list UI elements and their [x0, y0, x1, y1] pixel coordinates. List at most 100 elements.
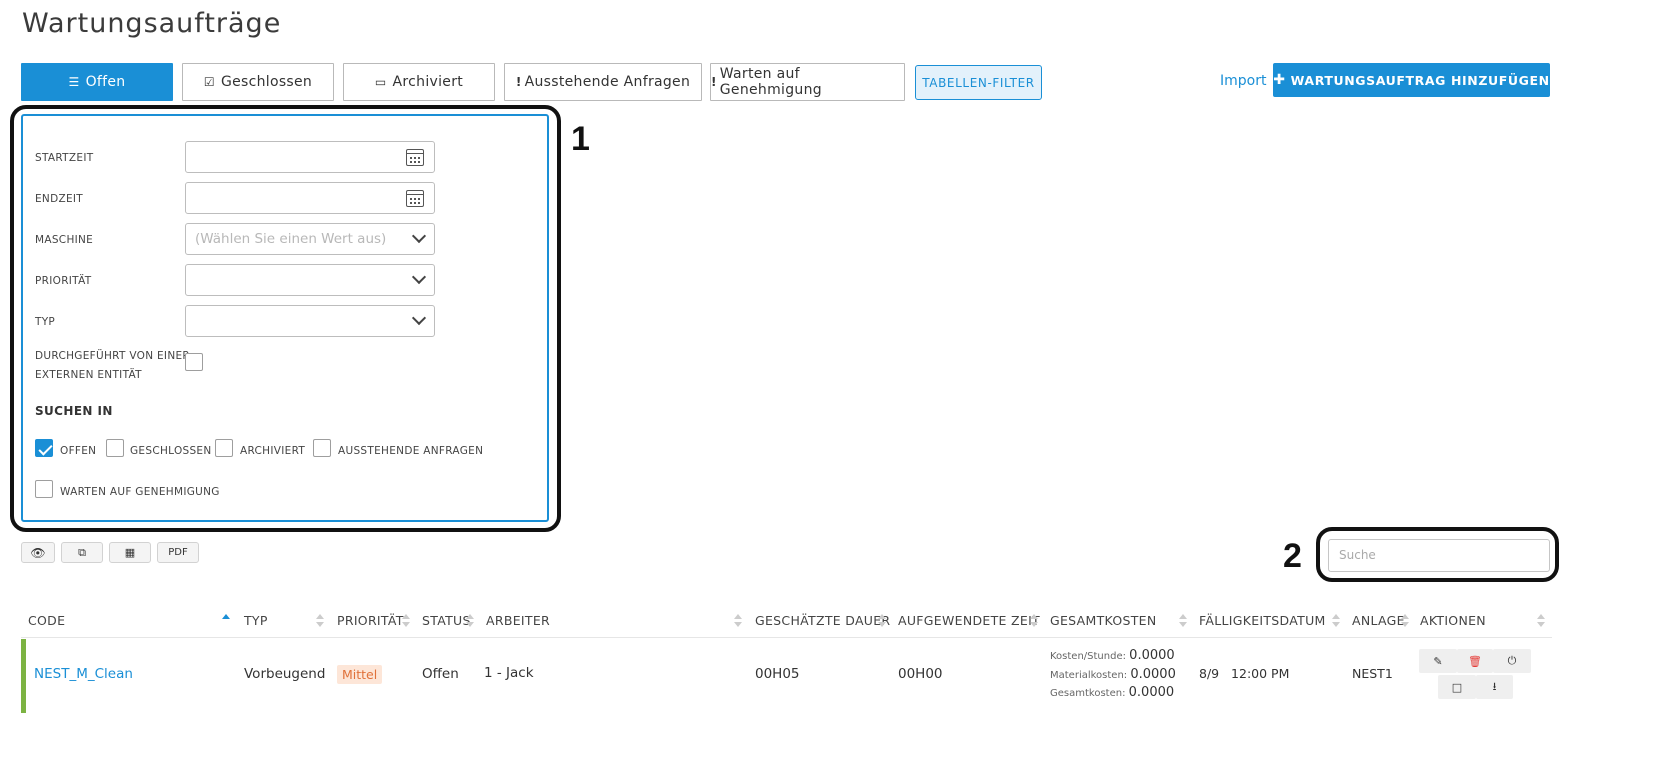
- start-time-label: STARTZEIT: [35, 152, 94, 164]
- total-cost-label: Gesamtkosten:: [1050, 688, 1126, 699]
- tab-offen[interactable]: ☰ Offen: [21, 63, 173, 101]
- tab-label: Archiviert: [392, 74, 464, 90]
- sort-icon[interactable]: [466, 614, 474, 628]
- external-entity-checkbox[interactable]: [185, 353, 203, 371]
- calendar-icon[interactable]: [406, 149, 424, 166]
- eye-icon: 👁: [30, 545, 46, 560]
- machine-placeholder: (Wählen Sie einen Wert aus): [195, 231, 387, 247]
- chevron-down-icon: [411, 228, 427, 244]
- pdf-export-button[interactable]: PDF: [157, 542, 199, 563]
- search-in-offen-label: OFFEN: [60, 445, 97, 457]
- search-in-ausstehende-anfragen-label: AUSSTEHENDE ANFRAGEN: [338, 445, 484, 457]
- sort-icon[interactable]: [402, 614, 410, 628]
- copy-button[interactable]: ⧉: [61, 542, 103, 563]
- cost-per-hour-line: Kosten/Stunde: 0.0000: [1050, 648, 1175, 663]
- column-header-gesamtkosten[interactable]: GESAMTKOSTEN: [1050, 613, 1157, 628]
- sort-icon[interactable]: [1030, 614, 1038, 628]
- list-icon: ☰: [68, 75, 80, 89]
- priority-badge: Mittel: [337, 665, 383, 684]
- external-entity-label-line1: DURCHGEFÜHRT VON EINER: [35, 350, 191, 362]
- delete-button[interactable]: 🗑: [1457, 649, 1493, 673]
- total-cost-line: Gesamtkosten: 0.0000: [1050, 685, 1174, 700]
- search-placeholder: Suche: [1339, 548, 1376, 562]
- material-cost-line: Materialkosten: 0.0000: [1050, 667, 1176, 682]
- priority-label: PRIORITÄT: [35, 275, 92, 287]
- search-in-warten-auf-genehmigung-checkbox[interactable]: [35, 480, 53, 498]
- end-time-input[interactable]: [185, 182, 435, 214]
- power-button[interactable]: ⏻: [1493, 649, 1531, 673]
- column-header-status[interactable]: STATUS: [422, 613, 471, 628]
- exclamation-icon: !: [711, 75, 717, 89]
- start-time-input[interactable]: [185, 141, 435, 173]
- sort-ascending-icon[interactable]: [222, 614, 230, 628]
- edit-button[interactable]: ✎: [1419, 649, 1457, 673]
- callout-number-1: 1: [571, 120, 590, 158]
- edit-icon: ✎: [1433, 654, 1443, 668]
- table-filter-button[interactable]: TABELLEN-FILTER: [915, 65, 1042, 100]
- tab-archiviert[interactable]: ▭ Archiviert: [343, 63, 495, 101]
- sort-icon[interactable]: [734, 614, 742, 628]
- column-header-typ[interactable]: TYP: [244, 613, 268, 628]
- tab-label: Geschlossen: [220, 74, 313, 90]
- search-in-warten-auf-genehmigung-label: WARTEN AUF GENEHMIGUNG: [60, 486, 220, 498]
- column-header-aufgewendete-zeit[interactable]: AUFGEWENDETE ZEIT: [898, 613, 1040, 628]
- search-in-archiviert-label: ARCHIVIERT: [240, 445, 306, 457]
- column-header-geschaetzte-dauer[interactable]: GESCHÄTZTE DAUER: [755, 613, 890, 628]
- inbox-icon: ▭: [374, 75, 387, 89]
- add-button-label: WARTUNGSAUFTRAG HINZUFÜGEN: [1290, 72, 1550, 88]
- excel-export-button[interactable]: ▦: [109, 542, 151, 563]
- download-button[interactable]: ⭳: [1476, 675, 1513, 699]
- column-header-anlage[interactable]: ANLAGE: [1352, 613, 1405, 628]
- sort-icon[interactable]: [1401, 614, 1409, 628]
- end-time-label: ENDZEIT: [35, 193, 84, 205]
- tab-warten-auf-genehmigung[interactable]: ! Warten auf Genehmigung: [710, 63, 905, 101]
- sort-icon[interactable]: [316, 614, 324, 628]
- cost-per-hour-value: 0.0000: [1129, 648, 1175, 663]
- column-header-prioritaet[interactable]: PRIORITÄT: [337, 613, 404, 628]
- sort-icon[interactable]: [878, 614, 886, 628]
- material-cost-value: 0.0000: [1130, 667, 1176, 682]
- copy-icon: ⧉: [78, 545, 86, 559]
- order-type: Vorbeugend: [244, 666, 326, 682]
- search-in-offen-checkbox[interactable]: [35, 439, 53, 457]
- download-icon: ⭳: [1492, 679, 1497, 693]
- machine-select[interactable]: (Wählen Sie einen Wert aus): [185, 223, 435, 255]
- type-label: TYP: [35, 316, 56, 328]
- order-code-link[interactable]: NEST_M_Clean: [34, 666, 133, 682]
- material-cost-label: Materialkosten:: [1050, 670, 1128, 681]
- priority-select[interactable]: [185, 264, 435, 296]
- sort-icon[interactable]: [1332, 614, 1340, 628]
- type-select[interactable]: [185, 305, 435, 337]
- trash-icon: 🗑: [1468, 654, 1482, 668]
- column-header-aktionen: AKTIONEN: [1420, 613, 1486, 628]
- tab-ausstehende-anfragen[interactable]: ! Ausstehende Anfragen: [504, 63, 702, 101]
- machine-label: MASCHINE: [35, 234, 94, 246]
- search-in-archiviert-checkbox[interactable]: [215, 439, 233, 457]
- asset: NEST1: [1352, 666, 1393, 681]
- pdf-label: PDF: [168, 547, 188, 558]
- estimated-duration: 00H05: [755, 666, 800, 682]
- select-button[interactable]: □: [1438, 675, 1476, 699]
- power-icon: ⏻: [1507, 654, 1517, 667]
- callout-number-2: 2: [1283, 537, 1302, 575]
- edit-check-icon: ☑: [203, 75, 215, 89]
- column-visibility-button[interactable]: 👁: [21, 542, 55, 563]
- search-in-heading: SUCHEN IN: [35, 404, 113, 418]
- plus-icon: ✚: [1273, 72, 1286, 88]
- sort-icon[interactable]: [1179, 614, 1187, 628]
- sort-icon[interactable]: [1537, 614, 1545, 628]
- total-cost-value: 0.0000: [1128, 685, 1175, 700]
- column-header-faelligkeitsdatum[interactable]: FÄLLIGKEITSDATUM: [1199, 613, 1326, 628]
- column-header-arbeiter[interactable]: ARBEITER: [486, 613, 550, 628]
- search-input[interactable]: Suche: [1328, 539, 1550, 572]
- import-link[interactable]: Import: [1220, 73, 1266, 89]
- add-maintenance-order-button[interactable]: ✚ WARTUNGSAUFTRAG HINZUFÜGEN: [1273, 63, 1550, 97]
- tab-label: Ausstehende Anfragen: [524, 74, 691, 90]
- calendar-icon[interactable]: [406, 190, 424, 207]
- search-in-geschlossen-checkbox[interactable]: [106, 439, 124, 457]
- tab-label: Warten auf Genehmigung: [719, 66, 822, 98]
- tab-geschlossen[interactable]: ☑ Geschlossen: [182, 63, 334, 101]
- search-in-ausstehende-anfragen-checkbox[interactable]: [313, 439, 331, 457]
- search-in-geschlossen-label: GESCHLOSSEN: [130, 445, 212, 457]
- column-header-code[interactable]: CODE: [28, 613, 65, 628]
